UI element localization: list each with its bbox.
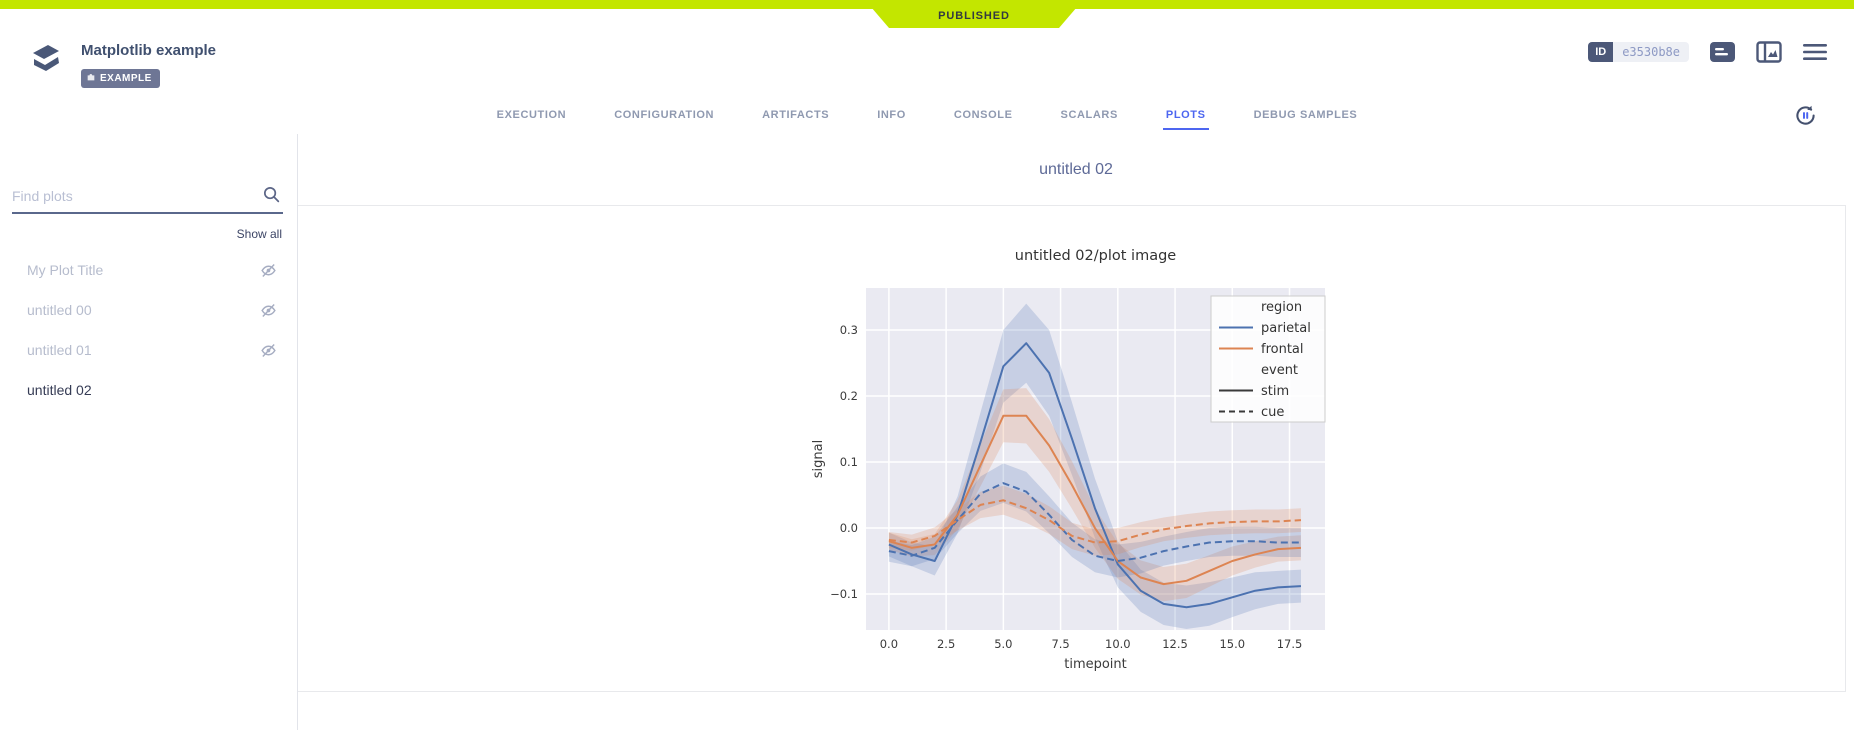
tab-bar: EXECUTION CONFIGURATION ARTIFACTS INFO CONSO… (0, 101, 1854, 130)
plot-figure[interactable]: 0.0 2.5 5.0 7.5 10.0 12.5 15.0 17.5 0.3 0.2 0.1 0.0… (807, 239, 1337, 689)
svg-text:10.0: 10.0 (1105, 637, 1131, 651)
svg-text:5.0: 5.0 (994, 637, 1012, 651)
legend-label-event: event (1261, 363, 1298, 378)
legend-label-stim: stim (1261, 384, 1289, 399)
search-field (12, 184, 283, 214)
svg-text:0.0: 0.0 (839, 521, 857, 535)
show-all-link[interactable]: Show all (0, 227, 282, 241)
status-badge: PUBLISHED (865, 0, 1083, 28)
chart-title: untitled 02/plot image (1014, 248, 1176, 264)
main-panel: untitled 02 0.0 2.5 5.0 7.5 10.0 12.5 15.0 17.5… (298, 134, 1854, 730)
svg-text:17.5: 17.5 (1276, 637, 1302, 651)
tab-execution[interactable]: EXECUTION (494, 101, 570, 130)
svg-text:7.5: 7.5 (1051, 637, 1069, 651)
search-input[interactable] (12, 184, 283, 214)
y-axis-label: signal (811, 440, 826, 478)
legend-label-region: region (1261, 300, 1302, 315)
tab-artifacts[interactable]: ARTIFACTS (759, 101, 832, 130)
id-badge: ID (1588, 42, 1613, 62)
menu-icon[interactable] (1802, 42, 1828, 62)
clearml-logo-icon (27, 34, 65, 88)
brand: Matplotlib example EXAMPLE (27, 34, 216, 88)
task-id-value: e3530b8e (1613, 42, 1689, 62)
section-title: untitled 02 (298, 134, 1854, 205)
svg-text:2.5: 2.5 (936, 637, 954, 651)
puzzle-icon (86, 72, 96, 85)
plot-item-label: untitled 02 (27, 382, 92, 398)
svg-text:12.5: 12.5 (1162, 637, 1188, 651)
tab-info[interactable]: INFO (874, 101, 909, 130)
plot-list-item[interactable]: untitled 01 (0, 330, 297, 370)
example-badge: EXAMPLE (81, 69, 160, 88)
legend-label-cue: cue (1261, 405, 1284, 420)
svg-text:0.0: 0.0 (879, 637, 897, 651)
legend-label-frontal: frontal (1261, 342, 1304, 357)
svg-text:0.3: 0.3 (839, 323, 857, 337)
tab-plots[interactable]: PLOTS (1163, 101, 1209, 130)
task-details-icon[interactable] (1709, 40, 1736, 64)
header-actions: ID e3530b8e (1588, 33, 1828, 71)
plots-sidebar: Show all My Plot Title untitled 00 untitle… (0, 134, 298, 730)
plot-list: My Plot Title untitled 00 untitled 01 untit… (0, 250, 297, 410)
svg-text:15.0: 15.0 (1219, 637, 1245, 651)
tab-console[interactable]: CONSOLE (951, 101, 1016, 130)
tab-scalars[interactable]: SCALARS (1058, 101, 1121, 130)
x-axis-label: timepoint (1064, 657, 1127, 672)
chart-svg: 0.0 2.5 5.0 7.5 10.0 12.5 15.0 17.5 0.3 0.2 0.1 0.0… (807, 239, 1337, 689)
plot-item-label: My Plot Title (27, 262, 103, 278)
split-view-icon[interactable] (1756, 41, 1782, 63)
svg-text:0.1: 0.1 (839, 455, 857, 469)
plot-card: 0.0 2.5 5.0 7.5 10.0 12.5 15.0 17.5 0.3 0.2 0.1 0.0… (298, 205, 1846, 692)
auto-refresh-pause-icon[interactable] (1793, 103, 1818, 128)
example-badge-label: EXAMPLE (100, 73, 152, 84)
plot-item-label: untitled 01 (27, 342, 92, 358)
eye-slash-icon[interactable] (260, 342, 277, 359)
plot-item-label: untitled 00 (27, 302, 92, 318)
search-icon (262, 185, 281, 209)
eye-slash-icon[interactable] (260, 302, 277, 319)
svg-text:−0.1: −0.1 (830, 587, 858, 601)
legend-label-parietal: parietal (1261, 321, 1311, 336)
plot-list-item[interactable]: untitled 02 (0, 370, 297, 410)
eye-slash-icon[interactable] (260, 262, 277, 279)
status-badge-label: PUBLISHED (938, 10, 1010, 22)
svg-text:0.2: 0.2 (839, 389, 857, 403)
page-title: Matplotlib example (81, 42, 216, 59)
task-id-chip[interactable]: ID e3530b8e (1588, 42, 1689, 62)
plot-list-item[interactable]: My Plot Title (0, 250, 297, 290)
tab-configuration[interactable]: CONFIGURATION (611, 101, 717, 130)
tab-debug-samples[interactable]: DEBUG SAMPLES (1251, 101, 1361, 130)
plot-list-item[interactable]: untitled 00 (0, 290, 297, 330)
